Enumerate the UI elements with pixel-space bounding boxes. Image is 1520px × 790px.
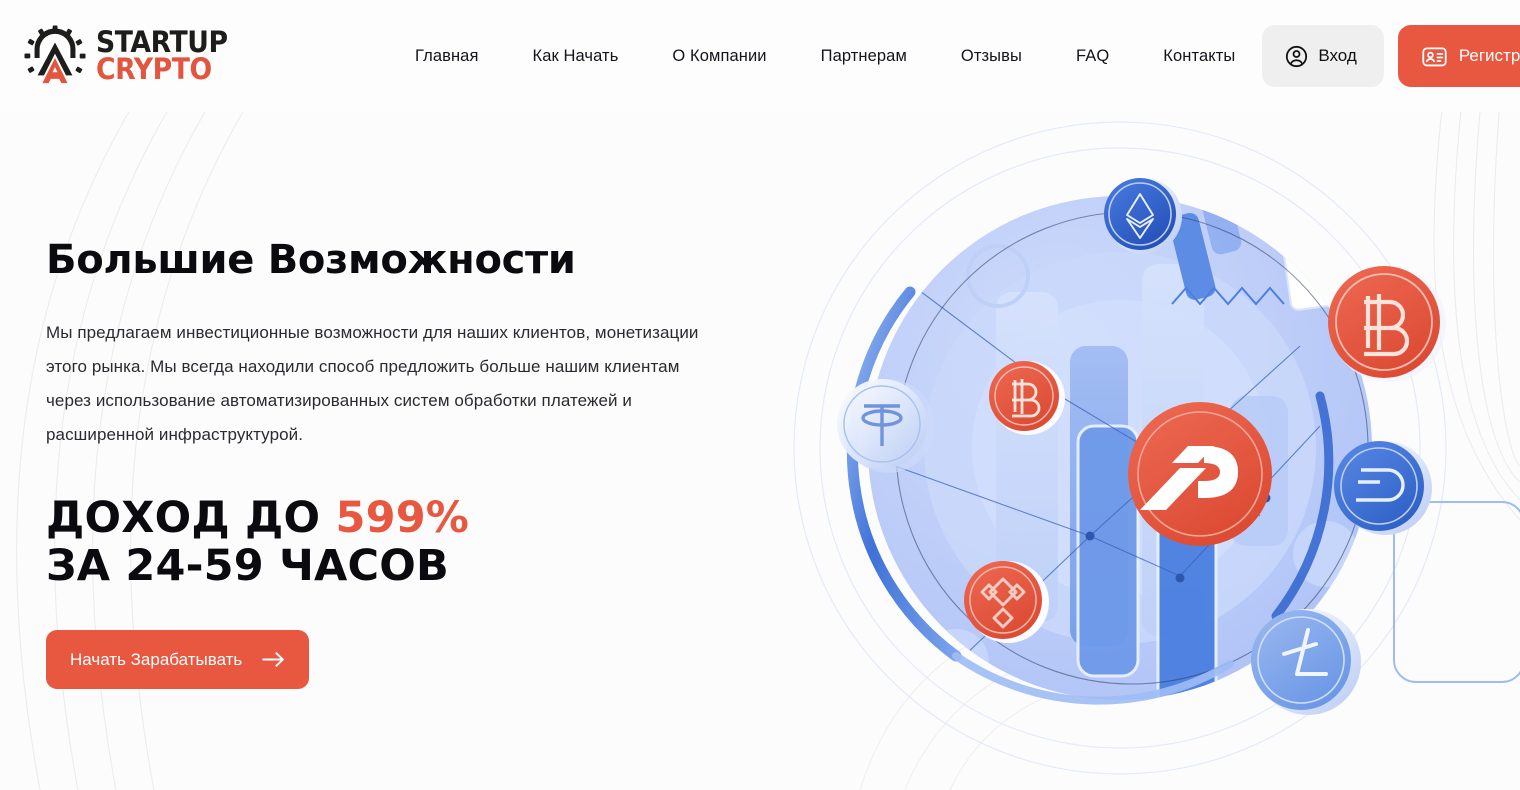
brand-name-line2: CRYPTO [96, 52, 212, 86]
income-line2: ЗА 24-59 ЧАСОВ [46, 541, 450, 592]
cta-label: Начать Зарабатывать [70, 649, 243, 669]
start-earning-button[interactable]: Начать Зарабатывать [46, 630, 310, 690]
brand-wordmark: STARTUP CRYPTO [96, 28, 239, 86]
brand-logo[interactable]: STARTUP CRYPTO [24, 25, 239, 87]
page-title: Большие Возможности [46, 237, 576, 283]
nav-item-o-kompanii[interactable]: О Компании [645, 39, 793, 74]
login-label: Вход [1318, 46, 1357, 65]
arrow-right-icon [262, 652, 285, 668]
id-card-icon [1422, 47, 1447, 66]
income-percent: 599% [335, 493, 470, 543]
hero-paragraph: Мы предлагаем инвестиционные возможности… [46, 323, 699, 444]
auth-actions: Вход Регистрация [1262, 25, 1520, 87]
main-navigation: Главная Как Начать О Компании Партнерам … [415, 39, 1262, 74]
landing-page: STARTUP CRYPTO Главная Как Начать О Комп… [0, 0, 1520, 790]
litecoin-coin [1251, 609, 1361, 715]
login-button[interactable]: Вход [1262, 25, 1384, 87]
nav-item-kak-nachat[interactable]: Как Начать [506, 39, 646, 74]
nav-item-kontakty[interactable]: Контакты [1136, 39, 1262, 74]
nav-item-otzyvy[interactable]: Отзывы [934, 39, 1049, 74]
register-button[interactable]: Регистрация [1397, 25, 1520, 87]
site-header: STARTUP CRYPTO Главная Как Начать О Комп… [0, 0, 1520, 112]
income-headline: ДОХОД ДО 599% ЗА 24-59 ЧАСОВ [46, 494, 746, 590]
nav-item-glavnaya[interactable]: Главная [415, 39, 506, 74]
startup-crypto-logo-coin [1128, 402, 1272, 546]
hero-content: Большие Возможности Мы предлагаем инвест… [46, 237, 746, 690]
gear-mountain-logo-icon [24, 25, 86, 84]
nav-item-faq[interactable]: FAQ [1049, 39, 1136, 74]
user-circle-icon [1286, 45, 1308, 67]
crypto-network-illustration [793, 121, 1520, 775]
income-prefix: ДОХОД ДО [46, 493, 336, 543]
register-label: Регистрация [1458, 46, 1520, 65]
nav-item-partneram[interactable]: Партнерам [794, 39, 934, 74]
